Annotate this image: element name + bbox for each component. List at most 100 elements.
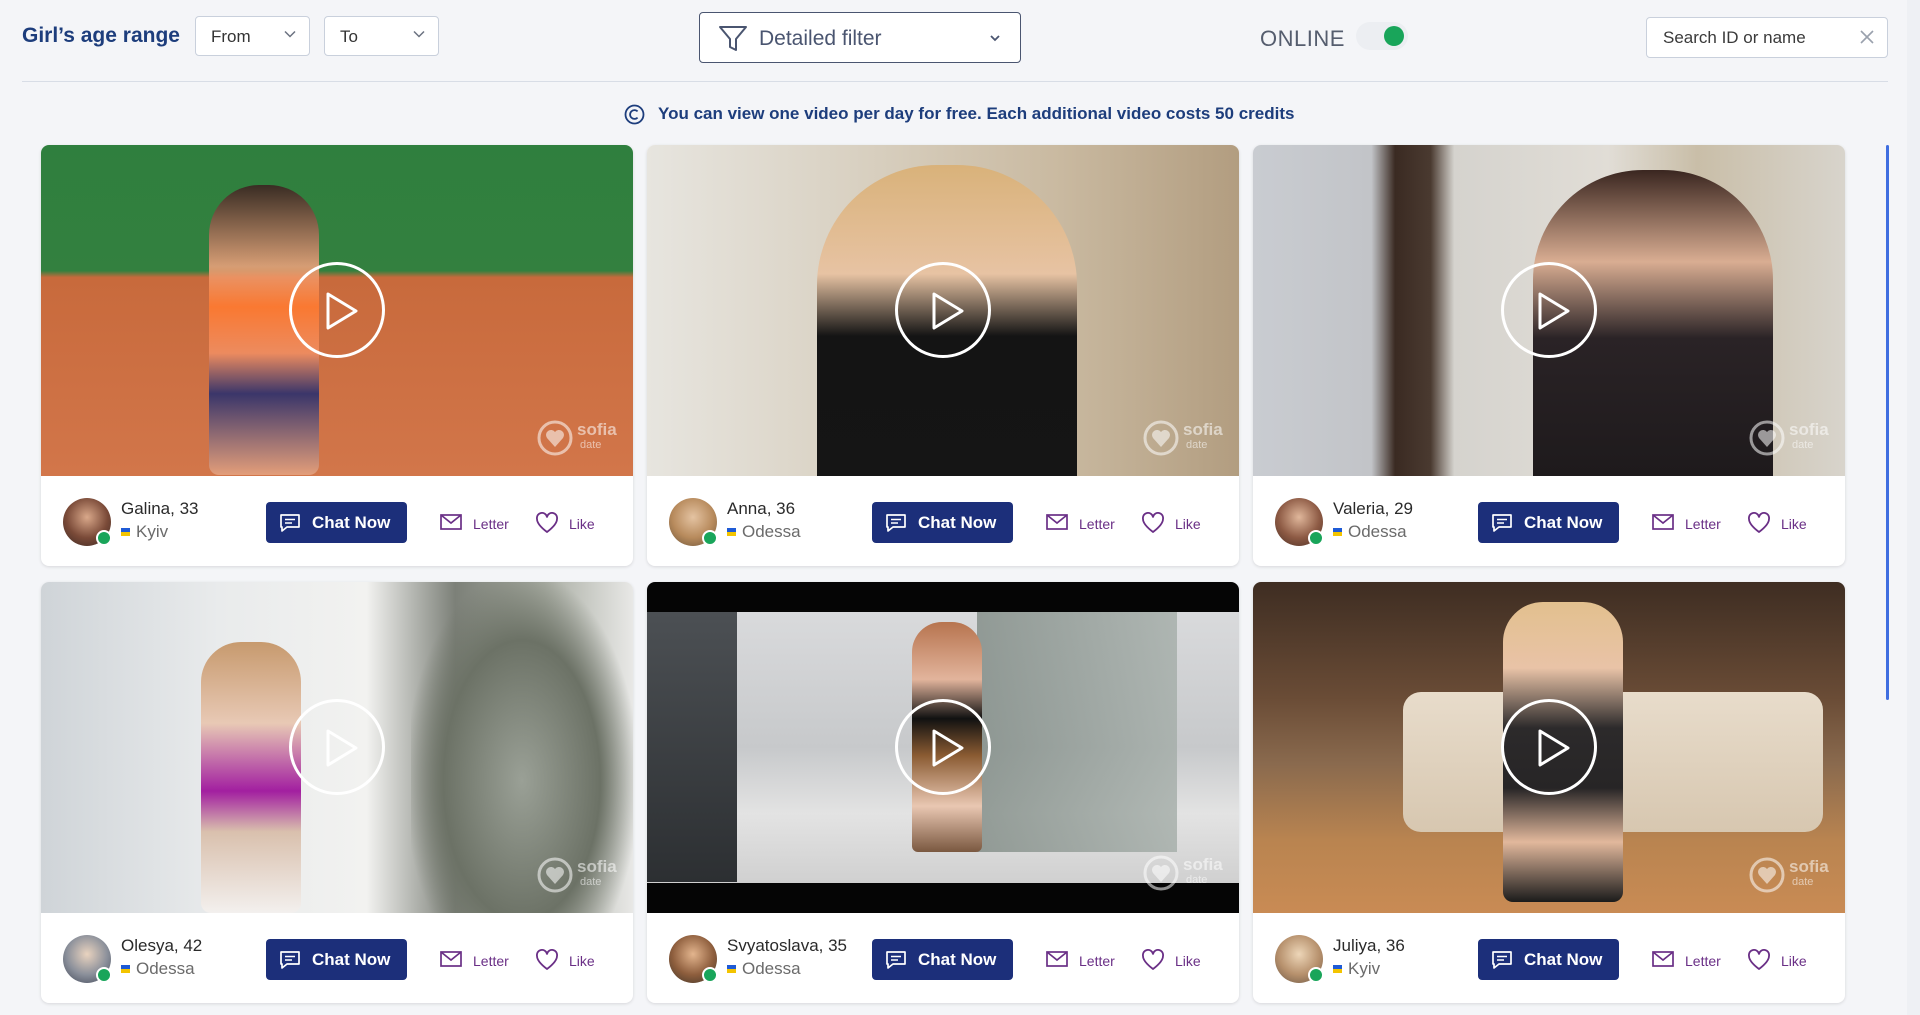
profile-name[interactable]: Valeria, 29 [1333,499,1413,519]
card-footer: Galina, 33 Kyiv Chat Now Letter Like [41,476,633,566]
chevron-down-icon [284,30,296,38]
age-to-value: To [340,27,358,46]
sofia-date-watermark: sofia date [537,418,619,456]
play-icon [932,292,964,330]
page-scrollbar-track[interactable] [1907,0,1920,1015]
play-button[interactable] [895,262,991,358]
envelope-icon [1046,951,1068,967]
heart-logo-icon [1749,420,1785,456]
chat-now-button[interactable]: Chat Now [266,939,407,980]
profile-city: Odessa [727,959,801,979]
profile-name[interactable]: Svyatoslava, 35 [727,936,847,956]
ukraine-flag-icon [1333,528,1342,536]
heart-logo-icon [1143,420,1179,456]
funnel-icon [719,26,747,51]
video-preview[interactable]: sofia date [1253,582,1845,913]
heart-icon [1748,949,1770,970]
age-from-value: From [211,27,251,46]
grid-scrollbar[interactable] [1886,145,1889,700]
play-button[interactable] [289,699,385,795]
profile-city: Odessa [727,522,801,542]
video-preview[interactable]: sofia date [647,582,1239,913]
search-input[interactable] [1646,17,1888,58]
profile-name[interactable]: Juliya, 36 [1333,936,1405,956]
chat-now-button[interactable]: Chat Now [1478,939,1619,980]
detailed-filter-label: Detailed filter [759,27,882,50]
chat-icon [886,514,906,532]
profile-card: sofia date Valeria, 29 Odessa Chat Now L… [1253,145,1845,566]
chat-icon [280,951,300,969]
envelope-icon [440,514,462,530]
online-status-dot [1308,967,1324,983]
profile-city: Kyiv [1333,959,1380,979]
chat-icon [1492,951,1512,969]
ukraine-flag-icon [727,528,736,536]
avatar[interactable] [1275,498,1324,546]
heart-icon [1748,512,1770,533]
profile-city: Kyiv [121,522,168,542]
sofia-date-watermark: sofia date [1749,855,1831,893]
online-status-dot [96,967,112,983]
play-icon [326,729,358,767]
credits-notice-text: You can view one video per day for free.… [658,104,1295,123]
avatar[interactable] [63,498,112,546]
profile-city: Odessa [1333,522,1407,542]
age-to-select[interactable]: To [324,16,439,56]
online-toggle[interactable] [1356,22,1408,50]
profile-card: sofia date Svyatoslava, 35 Odessa Chat N… [647,582,1239,1003]
ukraine-flag-icon [121,528,130,536]
chat-now-button[interactable]: Chat Now [1478,502,1619,543]
profile-card: sofia date Olesya, 42 Odessa Chat Now Le… [41,582,633,1003]
play-icon [326,292,358,330]
video-preview[interactable]: sofia date [41,582,633,913]
ukraine-flag-icon [1333,965,1342,973]
card-footer: Olesya, 42 Odessa Chat Now Letter Like [41,913,633,1003]
profile-name[interactable]: Anna, 36 [727,499,795,519]
profile-card: sofia date Juliya, 36 Kyiv Chat Now Lett… [1253,582,1845,1003]
avatar[interactable] [1275,935,1324,983]
envelope-icon [440,951,462,967]
chat-now-button[interactable]: Chat Now [872,502,1013,543]
online-label: ONLINE [1260,26,1345,51]
envelope-icon [1046,514,1068,530]
profile-name[interactable]: Galina, 33 [121,499,199,519]
video-preview[interactable]: sofia date [41,145,633,476]
chat-icon [1492,514,1512,532]
video-preview[interactable]: sofia date [1253,145,1845,476]
chat-now-button[interactable]: Chat Now [266,502,407,543]
heart-icon [536,512,558,533]
video-preview[interactable]: sofia date [647,145,1239,476]
card-footer: Juliya, 36 Kyiv Chat Now Letter Like [1253,913,1845,1003]
play-icon [1538,729,1570,767]
avatar[interactable] [669,498,718,546]
profile-card: sofia date Anna, 36 Odessa Chat Now Lett… [647,145,1239,566]
sofia-date-watermark: sofia date [1143,418,1225,456]
avatar[interactable] [669,935,718,983]
play-icon [932,729,964,767]
chat-now-button[interactable]: Chat Now [872,939,1013,980]
online-status-dot [1308,530,1324,546]
play-button[interactable] [1501,699,1597,795]
detailed-filter-button[interactable]: Detailed filter [699,12,1021,63]
play-button[interactable] [289,262,385,358]
avatar[interactable] [63,935,112,983]
ukraine-flag-icon [121,965,130,973]
online-status-dot [702,967,718,983]
credits-icon [624,104,645,125]
play-button[interactable] [895,699,991,795]
play-icon [1538,292,1570,330]
sofia-date-watermark: sofia date [537,855,619,893]
play-button[interactable] [1501,262,1597,358]
profile-name[interactable]: Olesya, 42 [121,936,202,956]
heart-logo-icon [1143,855,1179,891]
age-range-label: Girl’s age range [22,24,180,47]
profile-card: sofia date Galina, 33 Kyiv Chat Now Lett… [41,145,633,566]
heart-logo-icon [537,420,573,456]
close-icon[interactable] [1859,29,1875,45]
sofia-date-watermark: sofia date [1749,418,1831,456]
chevron-down-icon [990,35,1000,42]
chat-icon [886,951,906,969]
card-footer: Anna, 36 Odessa Chat Now Letter Like [647,476,1239,566]
envelope-icon [1652,514,1674,530]
age-from-select[interactable]: From [195,16,310,56]
